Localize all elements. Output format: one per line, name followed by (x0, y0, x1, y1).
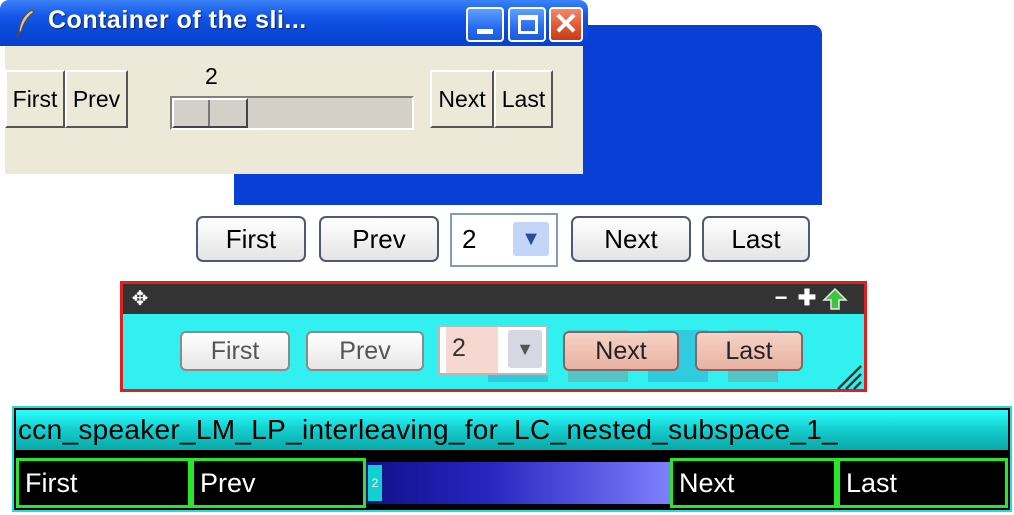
feather-icon (16, 9, 35, 38)
select-value: 2 (462, 224, 477, 254)
next-button[interactable]: Next (571, 216, 691, 262)
minimize-icon (477, 29, 493, 34)
move-icon[interactable]: ✥ (127, 287, 153, 311)
control-title: ccn_speaker_LM_LP_interleaving_for_LC_ne… (18, 414, 839, 445)
last-button[interactable]: Last (494, 70, 553, 128)
first-button[interactable]: First (180, 331, 290, 371)
first-button[interactable]: First (5, 70, 65, 128)
maximize-icon (518, 15, 538, 34)
slider-value-label: 2 (205, 63, 218, 89)
panel-toolbar[interactable] (123, 284, 864, 314)
prev-button[interactable]: Prev (65, 70, 128, 128)
maximize-button[interactable] (508, 7, 546, 42)
last-button[interactable]: Last (695, 331, 803, 371)
slider-thumb[interactable]: 2 (368, 465, 382, 501)
select-value: 2 (452, 334, 466, 362)
last-button[interactable]: Last (837, 458, 1008, 508)
last-button[interactable]: Last (702, 216, 810, 262)
slider-thumb[interactable] (172, 98, 248, 128)
resize-handle-icon[interactable] (832, 360, 862, 390)
close-icon: ✕ (553, 8, 579, 41)
chevron-down-icon[interactable]: ▼ (508, 330, 542, 368)
next-button[interactable]: Next (563, 331, 679, 371)
chevron-down-icon[interactable]: ▼ (513, 222, 549, 256)
minimize-button[interactable] (466, 7, 504, 42)
prev-button[interactable]: Prev (319, 216, 439, 262)
next-button[interactable]: Next (430, 70, 494, 128)
maximize-icon[interactable]: ✚ (796, 286, 818, 310)
close-button[interactable]: ✕ (549, 7, 583, 42)
slider-track[interactable] (366, 458, 670, 508)
prev-button[interactable]: Prev (191, 458, 366, 508)
window-title: Container of the sli... (48, 6, 307, 34)
prev-button[interactable]: Prev (306, 331, 424, 371)
arrow-up-icon[interactable] (822, 287, 848, 311)
slider-grip (208, 100, 210, 126)
minimize-icon[interactable]: − (770, 286, 792, 310)
first-button[interactable]: First (196, 216, 306, 262)
first-button[interactable]: First (16, 458, 191, 508)
next-button[interactable]: Next (670, 458, 837, 508)
